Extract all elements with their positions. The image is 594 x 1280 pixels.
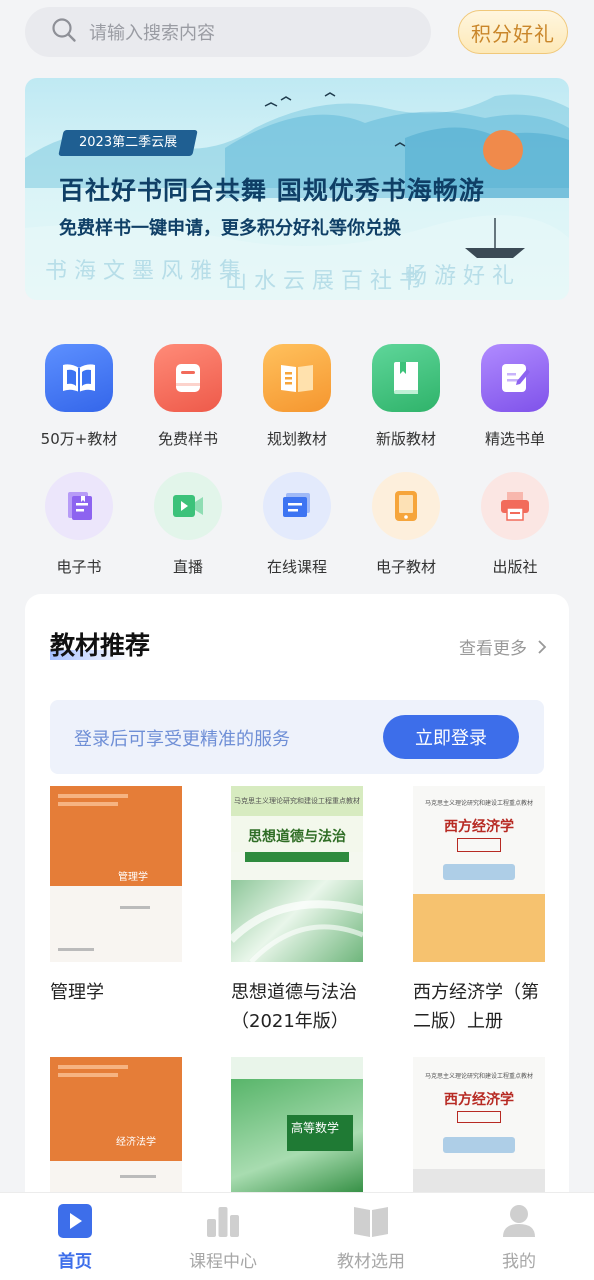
grid-item-online-courses[interactable]: 在线课程 xyxy=(242,472,352,577)
grid-item-planned-textbooks[interactable]: 规划教材 xyxy=(242,344,352,449)
planning-book-icon xyxy=(263,344,331,412)
nav-label: 教材选用 xyxy=(337,1252,405,1272)
new-book-icon xyxy=(372,344,440,412)
nav-course-center[interactable]: 课程中心 xyxy=(168,1203,278,1272)
cover-title: 管理学 xyxy=(118,872,148,883)
live-video-icon xyxy=(154,472,222,540)
nav-home[interactable]: 首页 xyxy=(20,1203,130,1272)
booklist-edit-icon xyxy=(481,344,549,412)
book-card[interactable]: 马克思主义理论研究和建设工程重点教材 西方经济学 xyxy=(413,1057,545,1197)
book-cover: 马克思主义理论研究和建设工程重点教材 西方经济学 xyxy=(413,786,545,962)
search-input[interactable]: 请输入搜索内容 xyxy=(25,7,431,57)
grid-label: 在线课程 xyxy=(266,558,327,576)
book-card[interactable]: 经济法学 xyxy=(50,1057,182,1197)
grid-item-ebooks[interactable]: 电子书 xyxy=(24,472,134,577)
book-card[interactable]: 管理学 管理学 xyxy=(50,786,182,1007)
login-prompt-text: 登录后可享受更精准的服务 xyxy=(74,729,290,750)
svg-text:山 水 云 展 百 社 书: 山 水 云 展 百 社 书 xyxy=(225,269,421,294)
nav-profile[interactable]: 我的 xyxy=(464,1203,574,1272)
nav-label: 我的 xyxy=(502,1252,536,1272)
gift-book-icon xyxy=(154,344,222,412)
book-cover: 管理学 xyxy=(50,786,182,962)
book-title: 西方经济学（第二版）上册 xyxy=(413,982,539,1032)
view-more-label: 查看更多 xyxy=(459,639,527,659)
grid-item-new-textbooks[interactable]: 新版教材 xyxy=(351,344,461,449)
view-more-link[interactable]: 查看更多 xyxy=(459,634,547,659)
grid-label: 50万+教材 xyxy=(40,430,118,448)
grid-label: 规划教材 xyxy=(266,430,327,448)
chevron-right-icon xyxy=(538,639,547,654)
grid-item-live[interactable]: 直播 xyxy=(133,472,243,577)
grid-item-e-textbooks[interactable]: 电子教材 xyxy=(351,472,461,577)
grid-label: 电子书 xyxy=(56,558,102,576)
grid-label: 精选书单 xyxy=(484,430,545,448)
banner-tag: 2023第二季云展 xyxy=(58,130,198,156)
search-icon xyxy=(51,17,77,47)
cover-title: 西方经济学 xyxy=(444,1092,514,1108)
nav-textbook-selection[interactable]: 教材选用 xyxy=(316,1203,426,1272)
user-icon xyxy=(501,1203,537,1239)
banner-subline: 免费样书一键申请，更多积分好礼等你兑换 xyxy=(59,218,401,239)
book-card[interactable]: 高等数学 xyxy=(231,1057,363,1197)
svg-text:书 海 文 墨 风 雅 集: 书 海 文 墨 风 雅 集 xyxy=(45,259,241,284)
book-icon xyxy=(353,1203,389,1239)
promo-banner[interactable]: 书 海 文 墨 风 雅 集 山 水 云 展 百 社 书 畅 游 好 礼 2023… xyxy=(25,78,569,300)
recommend-section: 教材推荐 查看更多 登录后可享受更精准的服务 立即登录 管理学 管理学 马克思主… xyxy=(25,594,569,1214)
online-course-icon xyxy=(263,472,331,540)
book-title: 管理学 xyxy=(50,982,104,1003)
search-placeholder: 请输入搜索内容 xyxy=(89,23,215,44)
login-button[interactable]: 立即登录 xyxy=(383,715,519,759)
book-cover: 高等数学 xyxy=(231,1057,363,1197)
ebook-icon xyxy=(45,472,113,540)
home-play-icon xyxy=(57,1203,93,1239)
grid-label: 电子教材 xyxy=(375,558,436,576)
nav-label: 首页 xyxy=(58,1252,92,1272)
printer-icon xyxy=(481,472,549,540)
open-book-icon xyxy=(45,344,113,412)
grid-item-free-samples[interactable]: 免费样书 xyxy=(133,344,243,449)
tablet-icon xyxy=(372,472,440,540)
book-cover: 经济法学 xyxy=(50,1057,182,1197)
grid-item-textbooks[interactable]: 50万+教材 xyxy=(24,344,134,449)
cover-title: 西方经济学 xyxy=(444,819,514,835)
grid-label: 免费样书 xyxy=(157,430,218,448)
grid-item-publishers[interactable]: 出版社 xyxy=(460,472,570,577)
book-card[interactable]: 马克思主义理论研究和建设工程重点教材 思想道德与法治 思想道德与法治（2021年… xyxy=(231,786,363,1036)
banner-headline: 百社好书同台共舞 国规优秀书海畅游 xyxy=(59,176,485,205)
bottom-navigation: 首页 课程中心 教材选用 我的 xyxy=(0,1192,594,1280)
cover-title: 思想道德与法治 xyxy=(248,829,346,845)
book-cover: 马克思主义理论研究和建设工程重点教材 思想道德与法治 xyxy=(231,786,363,962)
book-card[interactable]: 马克思主义理论研究和建设工程重点教材 西方经济学 西方经济学（第二版）上册 xyxy=(413,786,545,1036)
cover-title: 经济法学 xyxy=(116,1137,156,1148)
cover-title: 高等数学 xyxy=(291,1121,340,1135)
book-cover: 马克思主义理论研究和建设工程重点教材 西方经济学 xyxy=(413,1057,545,1197)
nav-label: 课程中心 xyxy=(189,1252,257,1272)
top-bar: 请输入搜索内容 积分好礼 xyxy=(0,0,594,70)
points-rewards-button[interactable]: 积分好礼 xyxy=(458,10,568,54)
grid-label: 出版社 xyxy=(492,558,538,576)
grid-label: 直播 xyxy=(172,558,203,576)
section-title: 教材推荐 xyxy=(50,631,151,660)
grid-label: 新版教材 xyxy=(375,430,436,448)
svg-text:畅 游 好 礼: 畅 游 好 礼 xyxy=(405,264,514,289)
bar-chart-icon xyxy=(205,1203,241,1239)
login-prompt-bar: 登录后可享受更精准的服务 立即登录 xyxy=(50,700,544,774)
book-title: 思想道德与法治（2021年版） xyxy=(231,982,357,1032)
grid-item-booklist[interactable]: 精选书单 xyxy=(460,344,570,449)
